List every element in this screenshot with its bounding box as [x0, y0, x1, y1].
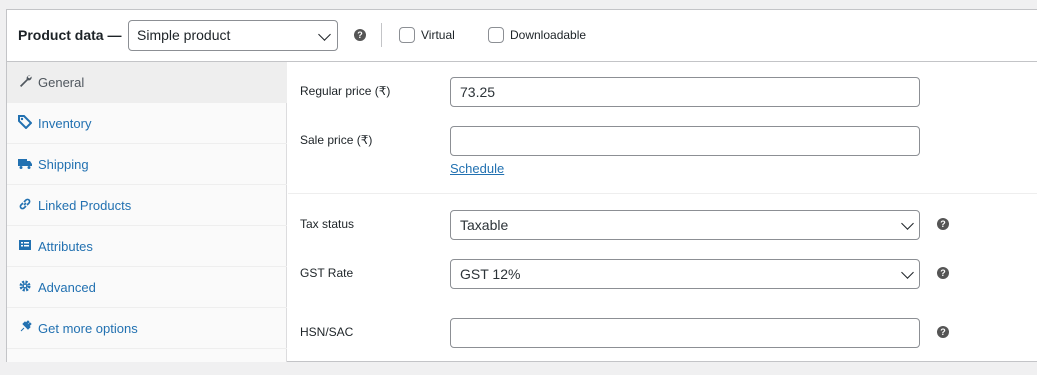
list-icon [19, 240, 31, 250]
virtual-checkbox[interactable] [399, 27, 415, 43]
gst-rate-value: GST 12% [460, 266, 521, 282]
gear-icon [19, 280, 31, 292]
link-icon [19, 198, 31, 210]
hsn-sac-label: HSN/SAC [300, 325, 354, 339]
tax-status-value: Taxable [460, 217, 509, 233]
regular-price-label: Regular price (₹) [300, 84, 391, 98]
hsn-sac-input[interactable] [450, 318, 920, 348]
gst-rate-label: GST Rate [300, 266, 354, 280]
regular-price-input[interactable]: 73.25 [450, 77, 920, 107]
section-divider [288, 193, 1037, 194]
help-icon[interactable]: ? [937, 326, 949, 338]
tab-shipping-label: Shipping [38, 157, 89, 172]
help-icon[interactable]: ? [937, 218, 949, 230]
product-type-select[interactable]: Simple product [128, 20, 338, 51]
sale-price-label: Sale price (₹) [300, 133, 373, 147]
plugin-icon [20, 320, 32, 332]
tab-linked-products-label: Linked Products [38, 198, 132, 213]
chevron-down-icon [901, 217, 914, 230]
gst-rate-select[interactable]: GST 12% [450, 259, 920, 289]
tab-attributes-label: Attributes [38, 239, 93, 254]
tab-shipping[interactable]: Shipping [7, 144, 287, 185]
divider [381, 23, 382, 47]
tab-attributes[interactable]: Attributes [7, 226, 287, 267]
tab-linked-products[interactable]: Linked Products [7, 185, 287, 226]
tag-icon [18, 115, 32, 129]
tab-advanced-label: Advanced [38, 280, 96, 295]
product-data-title: Product data — [18, 27, 122, 43]
tab-inventory-label: Inventory [38, 116, 92, 131]
tab-general[interactable]: General [7, 62, 287, 103]
tax-status-select[interactable]: Taxable [450, 210, 920, 240]
general-tab-content: Regular price (₹) 73.25 Sale price (₹) S… [288, 62, 1037, 362]
regular-price-value: 73.25 [460, 84, 496, 100]
tab-general-label: General [38, 75, 85, 90]
help-icon[interactable]: ? [354, 29, 366, 41]
sale-price-input[interactable] [450, 126, 920, 156]
schedule-link[interactable]: Schedule [450, 161, 504, 176]
wrench-icon [20, 75, 32, 87]
product-data-tabs: General Inventory Shipping Linked Produc… [7, 62, 287, 362]
tab-advanced[interactable]: Advanced [7, 267, 287, 308]
chevron-down-icon [901, 266, 914, 279]
downloadable-label[interactable]: Downloadable [510, 28, 586, 42]
help-icon[interactable]: ? [937, 267, 949, 279]
product-data-panel: Product data — Simple product ? Virtual … [6, 9, 1037, 362]
product-data-header: Product data — Simple product ? Virtual … [7, 10, 1037, 62]
truck-icon [18, 159, 32, 169]
virtual-label[interactable]: Virtual [421, 28, 455, 42]
chevron-down-icon [318, 28, 331, 41]
tax-status-label: Tax status [300, 217, 355, 231]
product-type-value: Simple product [137, 27, 231, 43]
downloadable-checkbox[interactable] [488, 27, 504, 43]
tab-get-more-options[interactable]: Get more options [7, 308, 287, 349]
tab-get-more-options-label: Get more options [38, 321, 138, 336]
tab-inventory[interactable]: Inventory [7, 103, 287, 144]
